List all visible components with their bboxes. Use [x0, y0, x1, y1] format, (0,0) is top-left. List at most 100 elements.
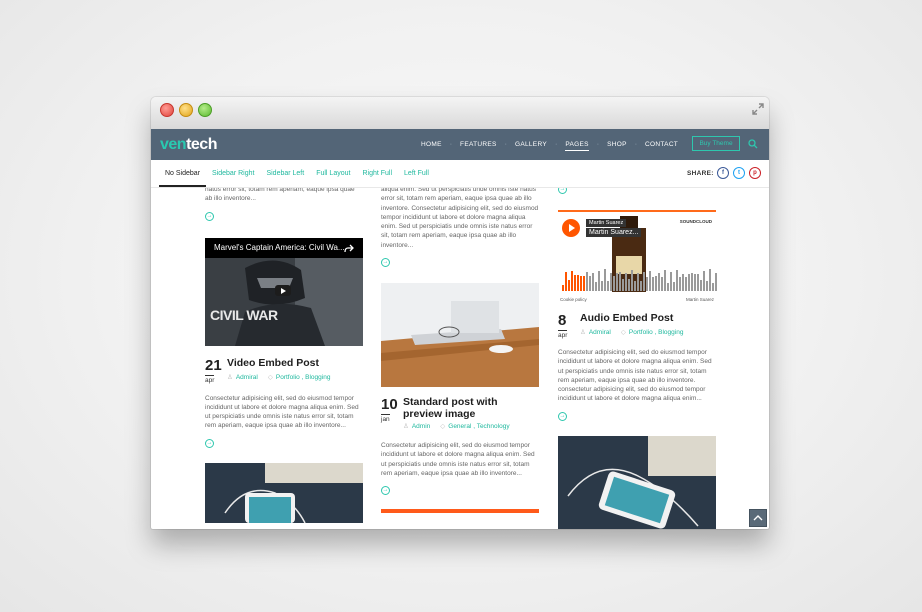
nav-features[interactable]: FEATURES: [452, 141, 505, 148]
nav-home[interactable]: HOME: [413, 141, 450, 148]
waveform-bar: [700, 280, 702, 291]
waveform-bar: [598, 271, 600, 291]
waveform-bar: [715, 273, 717, 291]
waveform-bar: [607, 281, 609, 291]
post-categories[interactable]: General , Technology: [448, 423, 509, 430]
post-image-laptop: [381, 283, 539, 388]
post-excerpt: Consectetur adipisicing elit, sed do eiu…: [558, 349, 712, 403]
post-categories[interactable]: Portfolio , Blogging: [276, 374, 331, 381]
soundcloud-track[interactable]: Martin Suarez...: [586, 228, 642, 237]
waveform-bar: [652, 277, 654, 291]
blog-column-left: natus error sit, totam rem aperiam, eaqu…: [205, 188, 363, 523]
read-more-icon[interactable]: →: [558, 188, 567, 194]
post-image-top-edge: [381, 509, 539, 514]
waveform-bar: [565, 272, 567, 291]
post-categories[interactable]: Portfolio , Blogging: [629, 329, 684, 336]
waveform-bar: [661, 277, 663, 291]
post-title[interactable]: Video Embed Post: [227, 357, 319, 370]
post-author[interactable]: Admiral: [589, 329, 611, 336]
waveform-bar: [583, 276, 585, 291]
post-title-line1: Standard post with: [403, 396, 498, 409]
waveform-bar: [709, 269, 711, 291]
tab-no-sidebar[interactable]: No Sidebar: [159, 160, 207, 187]
tab-sidebar-left[interactable]: Sidebar Left: [260, 160, 310, 187]
blog-column-right: → Martin Suarez Martin Suarez... SOUNDCL…: [558, 188, 717, 529]
read-more-icon[interactable]: →: [381, 258, 390, 268]
close-window-button[interactable]: [160, 103, 174, 117]
waveform-bar: [568, 280, 570, 291]
soundcloud-play-button[interactable]: [562, 219, 580, 237]
read-more-icon[interactable]: →: [205, 438, 214, 448]
pinterest-icon[interactable]: p: [749, 167, 761, 179]
waveform-bar: [625, 273, 627, 291]
nav-contact[interactable]: CONTACT: [637, 141, 686, 148]
waveform-bar: [601, 281, 603, 291]
waveform-bar: [676, 270, 678, 291]
tag-icon: ◇: [440, 423, 446, 431]
waveform-bar: [562, 285, 564, 291]
window-titlebar: [151, 97, 769, 130]
facebook-icon[interactable]: f: [717, 167, 729, 179]
video-title-bar: Marvel's Captain America: Civil Wa...: [205, 237, 363, 258]
post-author[interactable]: Admiral: [236, 374, 258, 381]
site-header: ventech HOME · FEATURES · GALLERY · PAGE…: [151, 129, 769, 160]
user-icon: ♙: [403, 423, 409, 431]
waveform-bar: [649, 271, 651, 291]
post-title[interactable]: Audio Embed Post: [580, 312, 673, 325]
site-logo[interactable]: ventech: [160, 136, 217, 154]
waveform-bar: [628, 279, 630, 291]
read-more-icon[interactable]: →: [558, 411, 567, 421]
soundcloud-cookie-link[interactable]: Cookie policy: [560, 297, 587, 302]
buy-theme-button[interactable]: Buy Theme: [692, 136, 740, 151]
browser-window: ventech HOME · FEATURES · GALLERY · PAGE…: [151, 97, 769, 529]
post-day: 10: [381, 396, 398, 414]
tab-sidebar-right[interactable]: Sidebar Right: [206, 160, 260, 187]
post-image-phone: [205, 462, 363, 523]
read-more-icon[interactable]: →: [205, 211, 214, 221]
user-icon: ♙: [227, 373, 233, 381]
waveform-bar: [694, 274, 696, 291]
logo-text-part2: tech: [186, 136, 217, 153]
read-more-icon[interactable]: →: [381, 486, 390, 496]
tab-right-full[interactable]: Right Full: [356, 160, 398, 187]
soundcloud-logo[interactable]: SOUNDCLOUD: [680, 219, 712, 224]
fullscreen-icon[interactable]: [751, 102, 765, 116]
share-arrow-icon[interactable]: [344, 243, 354, 253]
soundcloud-player[interactable]: Martin Suarez Martin Suarez... SOUNDCLOU…: [558, 210, 717, 303]
waveform-bar: [580, 276, 582, 291]
waveform-bar: [613, 276, 615, 291]
soundcloud-user[interactable]: Martin Suarez: [586, 219, 627, 227]
nav-gallery[interactable]: GALLERY: [507, 141, 555, 148]
waveform-bar: [574, 275, 576, 291]
post-header: 10 jan Standard post with preview image …: [381, 396, 539, 433]
post-excerpt: Consectetur adipisicing elit, sed do eiu…: [381, 442, 535, 477]
waveform-bar: [706, 281, 708, 291]
post-header: 8 apr Audio Embed Post ♙ Admiral ◇ Portfoli…: [558, 312, 716, 341]
logo-text-part1: ven: [160, 136, 187, 153]
video-play-button[interactable]: [275, 284, 291, 296]
post-meta: ♙ Admiral ◇ Portfolio , Blogging: [227, 373, 330, 381]
minimize-window-button[interactable]: [179, 103, 193, 117]
post-day: 21: [205, 356, 222, 374]
scroll-to-top-button[interactable]: [749, 509, 767, 527]
nav-shop[interactable]: SHOP: [599, 141, 635, 148]
zoom-window-button[interactable]: [198, 103, 212, 117]
waveform-bar: [610, 273, 612, 291]
blog-grid: natus error sit, totam rem aperiam, eaqu…: [151, 188, 769, 529]
post-author[interactable]: Admin: [412, 423, 430, 430]
waveform-bar: [592, 273, 594, 291]
post-title[interactable]: Standard post with preview image: [403, 396, 498, 420]
waveform-bar: [685, 277, 687, 291]
waveform-bar: [682, 274, 684, 291]
soundcloud-credit[interactable]: Martin Suarez: [686, 297, 714, 302]
waveform-bar: [643, 272, 645, 291]
video-embed[interactable]: Marvel's Captain America: Civil Wa... CI…: [205, 237, 363, 346]
search-icon[interactable]: [748, 139, 758, 149]
user-icon: ♙: [580, 329, 586, 336]
tab-full-layout[interactable]: Full Layout: [310, 160, 356, 187]
post-month: apr: [205, 374, 215, 384]
twitter-icon[interactable]: t: [733, 167, 745, 179]
waveform-bar: [664, 270, 666, 291]
tab-left-full[interactable]: Left Full: [398, 160, 435, 187]
nav-pages[interactable]: PAGES: [557, 141, 596, 151]
